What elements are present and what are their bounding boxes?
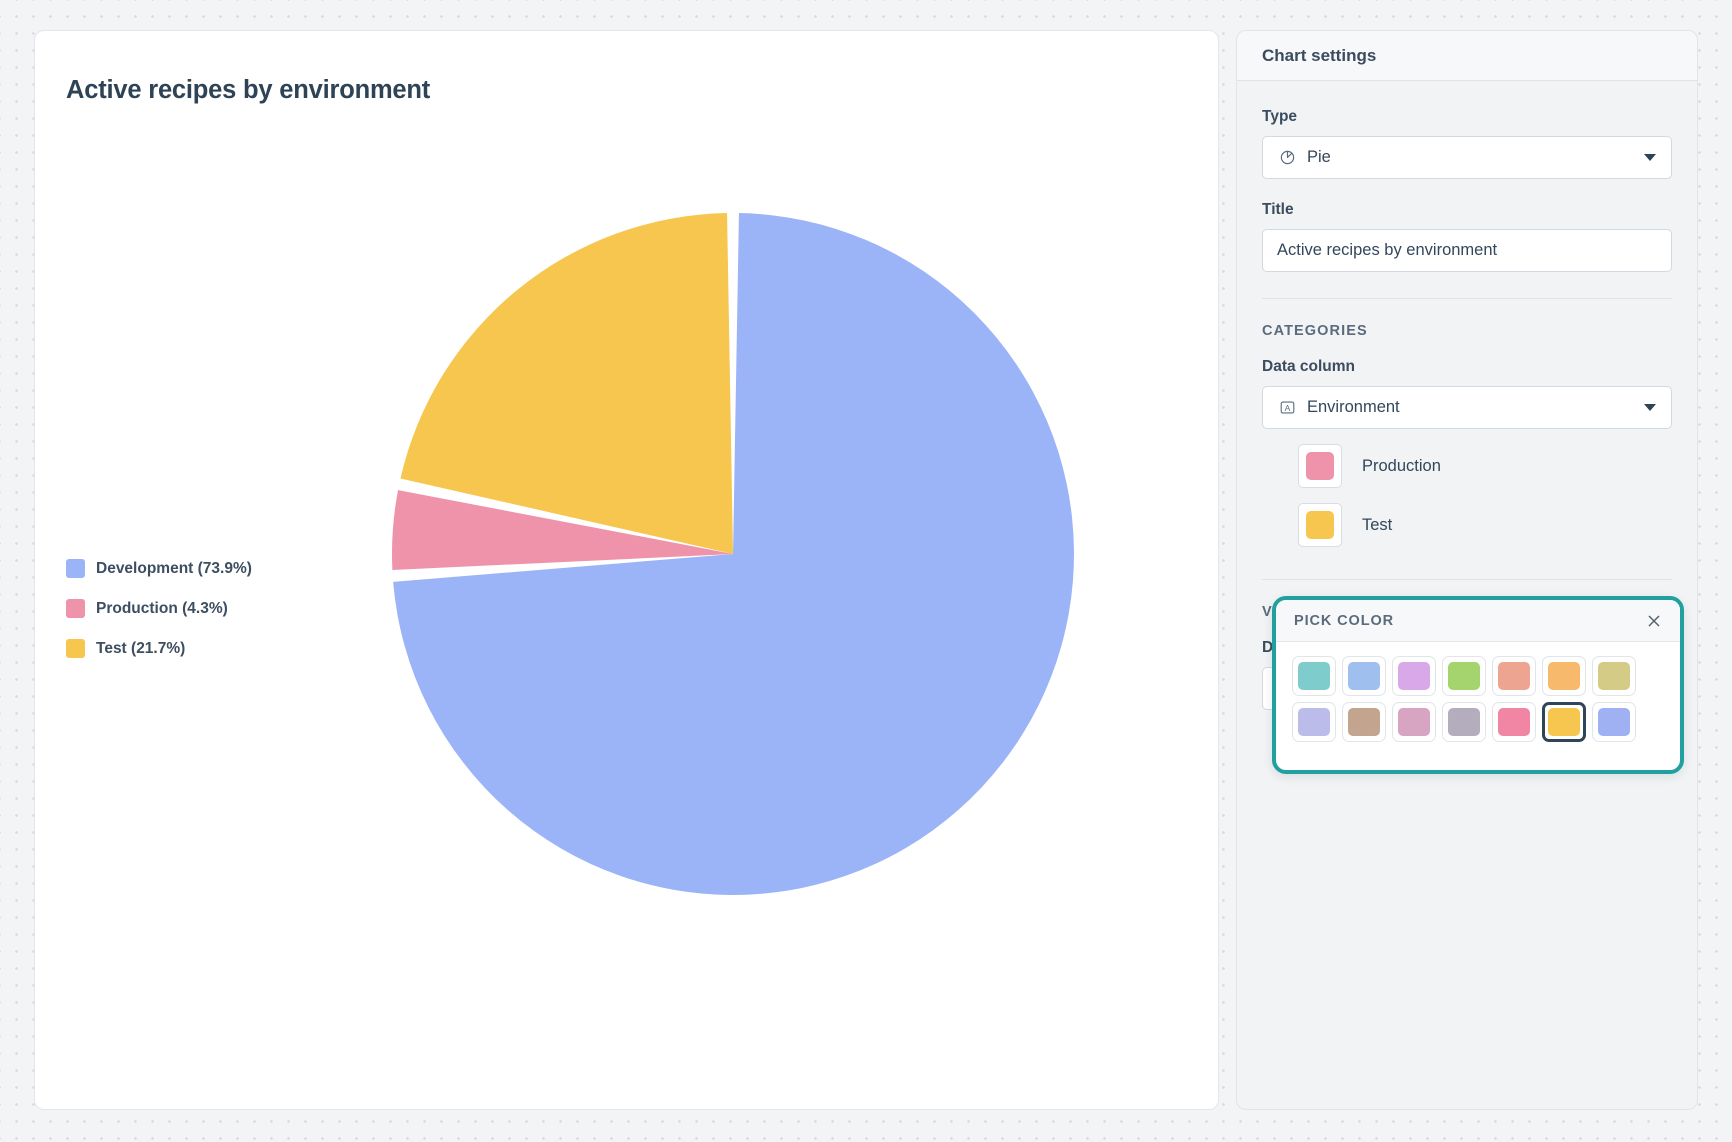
- color-chip: [1448, 662, 1480, 690]
- pick-color-title: PICK COLOR: [1294, 613, 1394, 629]
- color-swatch-option[interactable]: [1392, 702, 1436, 742]
- color-swatch-option[interactable]: [1442, 656, 1486, 696]
- close-icon[interactable]: [1644, 611, 1664, 631]
- pick-color-popup: PICK COLOR: [1272, 596, 1684, 774]
- chevron-down-icon: [1644, 154, 1656, 161]
- category-color-row-production[interactable]: Production: [1262, 444, 1672, 488]
- pie-chart-icon: [1277, 148, 1297, 168]
- color-swatch-option[interactable]: [1542, 702, 1586, 742]
- chart-settings-panel: Chart settings Type Pie Title Active rec…: [1236, 30, 1698, 1110]
- categories-heading: CATEGORIES: [1262, 323, 1672, 339]
- category-color-button-production[interactable]: [1298, 444, 1342, 488]
- chart-legend: Development (73.9%) Production (4.3%) Te…: [66, 559, 252, 658]
- categories-data-column-select[interactable]: A Environment: [1262, 386, 1672, 429]
- category-name-production: Production: [1362, 457, 1441, 476]
- legend-item[interactable]: Test (21.7%): [66, 639, 252, 658]
- title-input[interactable]: Active recipes by environment: [1262, 229, 1672, 272]
- legend-label-test: Test (21.7%): [96, 640, 185, 658]
- categories-data-column-label: Data column: [1262, 358, 1672, 376]
- category-color-swatch-production: [1306, 452, 1334, 480]
- pick-color-row: [1292, 702, 1664, 742]
- title-input-value: Active recipes by environment: [1277, 242, 1497, 259]
- settings-divider-2: [1262, 579, 1672, 580]
- color-chip: [1598, 708, 1630, 736]
- legend-label-production: Production (4.3%): [96, 600, 228, 618]
- color-swatch-option[interactable]: [1442, 702, 1486, 742]
- color-chip: [1298, 662, 1330, 690]
- category-color-row-test[interactable]: Test: [1262, 503, 1672, 547]
- legend-item[interactable]: Production (4.3%): [66, 599, 252, 618]
- color-chip: [1448, 708, 1480, 736]
- color-swatch-option[interactable]: [1342, 656, 1386, 696]
- color-swatch-option[interactable]: [1542, 656, 1586, 696]
- color-chip: [1298, 708, 1330, 736]
- pick-color-row: [1292, 656, 1664, 696]
- color-chip: [1398, 708, 1430, 736]
- text-column-icon: A: [1277, 398, 1297, 418]
- categories-data-column-value: Environment: [1307, 399, 1400, 416]
- color-swatch-option[interactable]: [1392, 656, 1436, 696]
- color-chip: [1598, 662, 1630, 690]
- svg-text:A: A: [1284, 403, 1290, 413]
- type-select[interactable]: Pie: [1262, 136, 1672, 179]
- color-swatch-option[interactable]: [1292, 702, 1336, 742]
- color-chip: [1548, 662, 1580, 690]
- category-name-test: Test: [1362, 516, 1392, 535]
- pick-color-header: PICK COLOR: [1276, 600, 1680, 642]
- type-label: Type: [1262, 108, 1672, 126]
- settings-panel-title: Chart settings: [1262, 46, 1376, 66]
- legend-label-development: Development (73.9%): [96, 560, 252, 578]
- color-swatch-option[interactable]: [1342, 702, 1386, 742]
- category-color-button-test[interactable]: [1298, 503, 1342, 547]
- type-select-value: Pie: [1307, 149, 1331, 166]
- color-chip: [1398, 662, 1430, 690]
- legend-item[interactable]: Development (73.9%): [66, 559, 252, 578]
- chevron-down-icon: [1644, 404, 1656, 411]
- legend-swatch-production: [66, 599, 85, 618]
- legend-swatch-test: [66, 639, 85, 658]
- color-chip: [1548, 708, 1580, 736]
- color-chip: [1498, 662, 1530, 690]
- title-label: Title: [1262, 201, 1672, 219]
- pick-color-grid: [1276, 642, 1680, 756]
- color-swatch-option[interactable]: [1292, 656, 1336, 696]
- color-chip: [1498, 708, 1530, 736]
- legend-swatch-development: [66, 559, 85, 578]
- chart-card: Active recipes by environment Developmen…: [34, 30, 1219, 1110]
- color-chip: [1348, 662, 1380, 690]
- category-color-swatch-test: [1306, 511, 1334, 539]
- color-swatch-option[interactable]: [1492, 656, 1536, 696]
- settings-divider: [1262, 298, 1672, 299]
- color-swatch-option[interactable]: [1592, 702, 1636, 742]
- color-swatch-option[interactable]: [1492, 702, 1536, 742]
- color-swatch-option[interactable]: [1592, 656, 1636, 696]
- settings-panel-header: Chart settings: [1237, 31, 1697, 81]
- color-chip: [1348, 708, 1380, 736]
